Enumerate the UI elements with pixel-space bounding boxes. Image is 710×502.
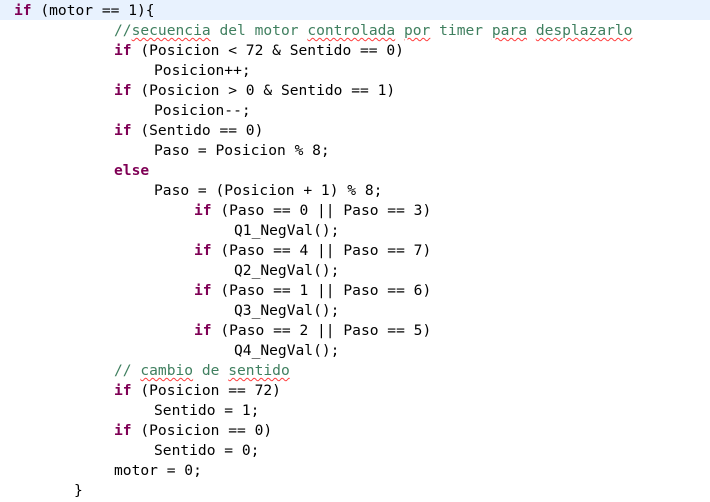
misspelled-word: por	[403, 22, 431, 39]
code-line[interactable]: else	[114, 161, 149, 181]
code-line[interactable]: }	[74, 481, 83, 501]
code-line[interactable]: if (Paso == 2 || Paso == 5)	[194, 321, 431, 341]
comment-text: del motor	[210, 22, 308, 39]
code-text: Q3_NegVal();	[234, 302, 340, 319]
code-line[interactable]: // cambio de sentido	[114, 361, 290, 381]
code-line[interactable]: Paso = Posicion % 8;	[154, 141, 330, 161]
code-line[interactable]: Posicion--;	[154, 101, 251, 121]
code-text: (Paso == 2 || Paso == 5)	[211, 322, 432, 339]
keyword-token: else	[114, 162, 150, 179]
code-text: Q4_NegVal();	[234, 342, 340, 359]
keyword-token: if	[114, 122, 132, 139]
keyword-token: if	[114, 42, 132, 59]
code-text: motor = 0;	[114, 462, 202, 479]
code-text: (Paso == 1 || Paso == 6)	[211, 282, 432, 299]
misspelled-word: desplazarlo	[535, 22, 633, 39]
keyword-token: if	[194, 322, 212, 339]
comment-text: timer	[430, 22, 492, 39]
code-text: Q1_NegVal();	[234, 222, 340, 239]
comment-text	[395, 22, 404, 39]
misspelled-word: secuencia	[131, 22, 211, 39]
misspelled-word: para	[491, 22, 528, 39]
code-line[interactable]: Paso = (Posicion + 1) % 8;	[154, 181, 382, 201]
keyword-token: if	[114, 422, 132, 439]
code-text: Posicion++;	[154, 62, 251, 79]
code-line[interactable]: Posicion++;	[154, 61, 251, 81]
code-text: Q2_NegVal();	[234, 262, 340, 279]
code-text: Sentido = 1;	[154, 402, 260, 419]
comment-text: de	[193, 362, 229, 379]
code-line[interactable]: Q1_NegVal();	[234, 221, 339, 241]
code-line[interactable]: Q2_NegVal();	[234, 261, 339, 281]
keyword-token: if	[114, 382, 132, 399]
code-line[interactable]: if (Paso == 0 || Paso == 3)	[194, 201, 431, 221]
code-text: Posicion--;	[154, 102, 251, 119]
code-text: }	[74, 482, 83, 499]
code-line[interactable]: if (Paso == 1 || Paso == 6)	[194, 281, 431, 301]
keyword-token: if	[14, 2, 32, 19]
code-text: (Sentido == 0)	[131, 122, 264, 139]
keyword-token: if	[194, 242, 212, 259]
code-text: (Paso == 4 || Paso == 7)	[211, 242, 432, 259]
code-line[interactable]: Q3_NegVal();	[234, 301, 339, 321]
comment-text: //	[114, 362, 141, 379]
code-line[interactable]: Sentido = 1;	[154, 401, 259, 421]
code-text: (Posicion == 72)	[131, 382, 281, 399]
keyword-token: if	[194, 282, 212, 299]
keyword-token: if	[114, 82, 132, 99]
misspelled-word: cambio	[140, 362, 194, 379]
code-text: (motor == 1){	[31, 2, 155, 19]
keyword-token: if	[194, 202, 212, 219]
code-text: Paso = Posicion % 8;	[154, 142, 330, 159]
code-editor[interactable]: if (motor == 1){//secuencia del motor co…	[0, 0, 710, 502]
code-line[interactable]: Sentido = 0;	[154, 441, 259, 461]
code-line[interactable]: motor = 0;	[114, 461, 202, 481]
code-text: (Posicion < 72 & Sentido == 0)	[131, 42, 404, 59]
code-line[interactable]: if (Posicion == 0)	[114, 421, 272, 441]
code-text: (Posicion > 0 & Sentido == 1)	[131, 82, 396, 99]
comment-text	[527, 22, 536, 39]
code-line[interactable]: if (Sentido == 0)	[114, 121, 263, 141]
comment-text: //	[114, 22, 132, 39]
code-line[interactable]: if (Posicion < 72 & Sentido == 0)	[114, 41, 404, 61]
code-line[interactable]: if (Paso == 4 || Paso == 7)	[194, 241, 431, 261]
code-line[interactable]: if (motor == 1){	[14, 1, 155, 21]
code-text: Sentido = 0;	[154, 442, 260, 459]
code-text: Paso = (Posicion + 1) % 8;	[154, 182, 383, 199]
code-line[interactable]: Q4_NegVal();	[234, 341, 339, 361]
misspelled-word: controlada	[307, 22, 396, 39]
code-line[interactable]: if (Posicion > 0 & Sentido == 1)	[114, 81, 395, 101]
code-text: (Paso == 0 || Paso == 3)	[211, 202, 432, 219]
code-text: (Posicion == 0)	[131, 422, 273, 439]
code-line[interactable]: if (Posicion == 72)	[114, 381, 281, 401]
misspelled-word: sentido	[228, 362, 290, 379]
code-line[interactable]: //secuencia del motor controlada por tim…	[114, 21, 632, 41]
